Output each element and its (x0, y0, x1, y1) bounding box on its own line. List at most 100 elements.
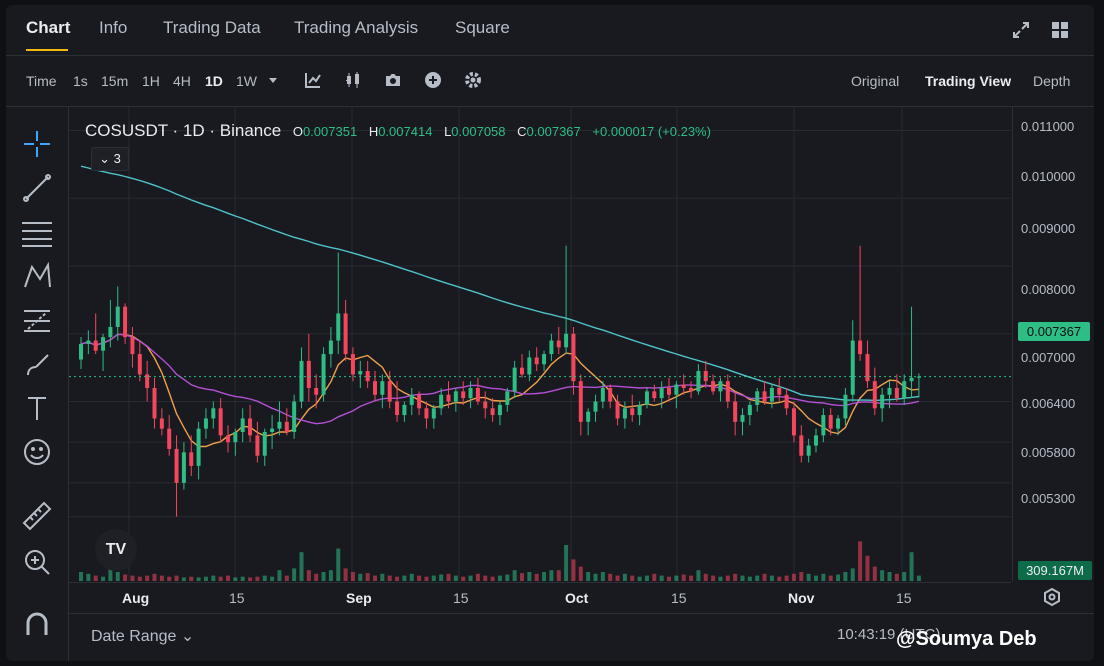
candle-body[interactable] (446, 394, 451, 402)
candle-body[interactable] (674, 384, 679, 395)
candle-body[interactable] (387, 381, 392, 402)
candle-body[interactable] (461, 391, 466, 399)
candle-body[interactable] (321, 354, 326, 395)
candle-body[interactable] (762, 391, 767, 402)
candle-body[interactable] (534, 357, 539, 365)
candle-body[interactable] (850, 340, 855, 395)
candle-body[interactable] (681, 384, 686, 388)
candle-body[interactable] (887, 387, 892, 395)
candle-body[interactable] (865, 354, 870, 382)
candle-body[interactable] (196, 428, 201, 466)
candle-body[interactable] (336, 313, 341, 341)
candle-body[interactable] (203, 418, 208, 429)
indicator-toggle-button[interactable]: ⌄ 3 (91, 147, 129, 171)
interval-1s[interactable]: 1s (73, 73, 88, 89)
candle-body[interactable] (284, 421, 289, 432)
indicators-icon[interactable] (304, 71, 322, 89)
horizontal-lines-icon[interactable] (20, 215, 54, 249)
view-trading-view[interactable]: Trading View (925, 73, 1011, 89)
candle-body[interactable] (270, 428, 275, 432)
date-range-button[interactable]: Date Range ⌄ (91, 626, 194, 646)
candle-body[interactable] (181, 452, 186, 483)
candle-body[interactable] (637, 404, 642, 416)
candle-body[interactable] (453, 391, 458, 402)
candle-body[interactable] (115, 306, 120, 327)
candle-body[interactable] (667, 387, 671, 395)
candle-body[interactable] (902, 381, 907, 399)
candle-body[interactable] (836, 418, 841, 429)
candle-body[interactable] (167, 428, 172, 449)
gear-icon[interactable] (464, 71, 482, 89)
tab-square[interactable]: Square (455, 18, 510, 38)
candle-body[interactable] (328, 340, 333, 355)
text-tool-icon[interactable] (20, 391, 54, 425)
candle-body[interactable] (549, 340, 554, 355)
candle-body[interactable] (564, 333, 569, 348)
candle-body[interactable] (373, 381, 377, 395)
candle-body[interactable] (542, 354, 547, 365)
candle-body[interactable] (769, 387, 774, 402)
candle-body[interactable] (159, 418, 164, 429)
axis-settings-icon[interactable] (1042, 587, 1062, 607)
candle-body[interactable] (814, 435, 818, 446)
candle-body[interactable] (248, 418, 253, 436)
candle-body[interactable] (240, 418, 245, 432)
view-depth[interactable]: Depth (1033, 73, 1070, 89)
ruler-icon[interactable] (20, 499, 54, 533)
candle-body[interactable] (659, 387, 664, 399)
candle-body[interactable] (725, 381, 730, 402)
candle-body[interactable] (556, 340, 561, 348)
candle-body[interactable] (299, 360, 304, 402)
candle-body[interactable] (86, 340, 91, 344)
candle-body[interactable] (527, 357, 532, 375)
view-original[interactable]: Original (851, 73, 899, 89)
chevron-down-icon[interactable] (264, 71, 282, 89)
layout-grid-icon[interactable] (1049, 19, 1071, 41)
candle-body[interactable] (130, 337, 135, 355)
candle-body[interactable] (615, 401, 620, 419)
candle-body[interactable] (696, 371, 701, 392)
candle-body[interactable] (79, 343, 83, 360)
candle-body[interactable] (358, 371, 363, 375)
candle-body[interactable] (711, 381, 716, 392)
candle-body[interactable] (211, 408, 216, 419)
pattern-icon[interactable] (20, 259, 54, 293)
candle-body[interactable] (578, 381, 583, 422)
trend-line-icon[interactable] (20, 171, 54, 205)
candle-body[interactable] (718, 381, 723, 392)
candle-body[interactable] (314, 387, 319, 395)
candle-body[interactable] (292, 401, 297, 432)
candle-body[interactable] (409, 394, 414, 405)
candle-body[interactable] (703, 371, 708, 382)
candlestick-chart[interactable] (69, 107, 1011, 581)
fib-retracement-icon[interactable] (20, 303, 54, 337)
candle-body[interactable] (189, 452, 194, 466)
candle-body[interactable] (174, 448, 179, 483)
candle-body[interactable] (622, 408, 627, 419)
candle-body[interactable] (828, 415, 833, 429)
candle-body[interactable] (784, 394, 789, 409)
candle-body[interactable] (747, 404, 752, 416)
candle-body[interactable] (431, 408, 436, 419)
candle-body[interactable] (255, 435, 260, 456)
candle-body[interactable] (365, 371, 370, 382)
interval-15m[interactable]: 15m (101, 73, 128, 89)
candle-body[interactable] (468, 387, 473, 399)
candle-body[interactable] (843, 394, 848, 419)
candle-body[interactable] (505, 391, 510, 405)
candle-body[interactable] (755, 391, 760, 405)
interval-time[interactable]: Time (26, 73, 57, 89)
candle-body[interactable] (218, 408, 223, 436)
expand-icon[interactable] (1010, 19, 1032, 41)
candle-type-icon[interactable] (344, 71, 362, 89)
candle-body[interactable] (424, 408, 429, 419)
candle-body[interactable] (872, 381, 877, 409)
interval-1d[interactable]: 1D (205, 73, 223, 89)
candle-body[interactable] (894, 387, 899, 399)
tab-trading-data[interactable]: Trading Data (163, 18, 261, 38)
candle-body[interactable] (799, 435, 804, 456)
candle-body[interactable] (608, 387, 613, 402)
magnet-icon[interactable] (20, 607, 54, 641)
candle-body[interactable] (586, 411, 591, 422)
candle-body[interactable] (417, 394, 422, 409)
